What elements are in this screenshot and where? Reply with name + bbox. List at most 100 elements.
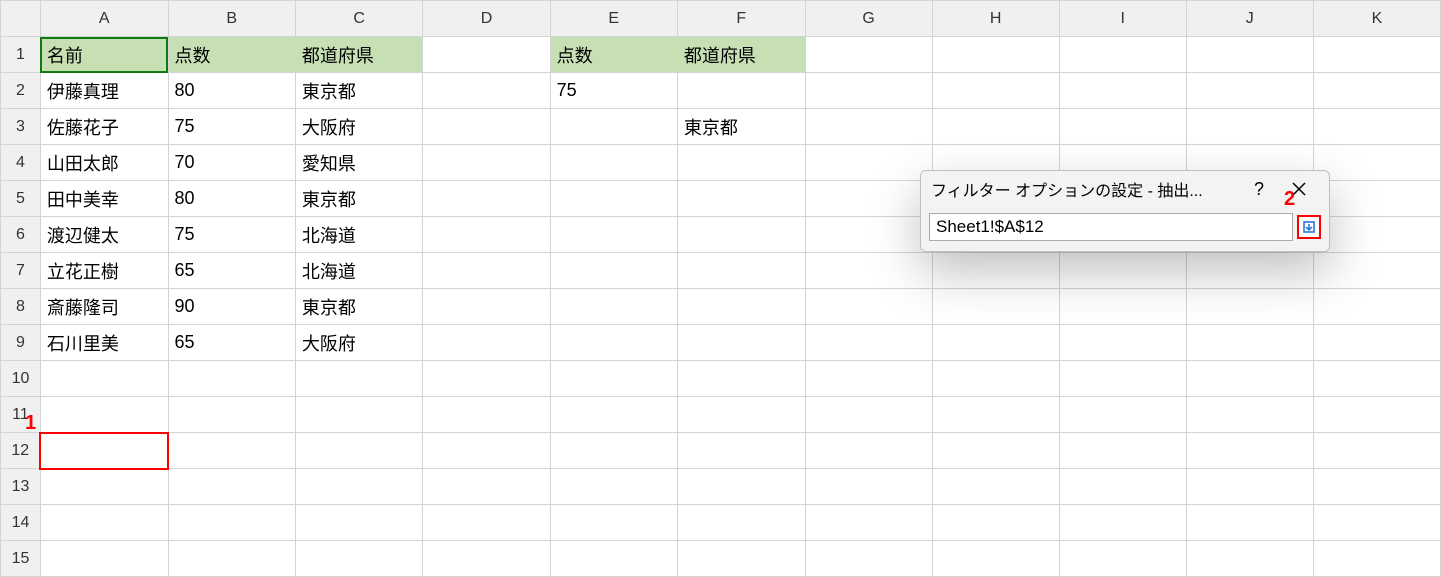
col-header-K[interactable]: K <box>1313 1 1440 37</box>
cell-K10[interactable] <box>1313 361 1440 397</box>
cell-F15[interactable] <box>677 541 805 577</box>
cell-E9[interactable] <box>550 325 677 361</box>
col-header-A[interactable]: A <box>40 1 168 37</box>
select-all-corner[interactable] <box>1 1 41 37</box>
cell-I9[interactable] <box>1059 325 1186 361</box>
cell-D3[interactable] <box>423 109 550 145</box>
cell-A11[interactable] <box>40 397 168 433</box>
row-header-15[interactable]: 15 <box>1 541 41 577</box>
cell-E1[interactable]: 点数 <box>550 37 677 73</box>
cell-F13[interactable] <box>677 469 805 505</box>
cell-G15[interactable] <box>805 541 932 577</box>
cell-K4[interactable] <box>1313 145 1440 181</box>
cell-C8[interactable]: 東京都 <box>295 289 423 325</box>
cell-J11[interactable] <box>1186 397 1313 433</box>
cell-H8[interactable] <box>932 289 1059 325</box>
dialog-range-input[interactable] <box>929 213 1293 241</box>
cell-J7[interactable] <box>1186 253 1313 289</box>
cell-D15[interactable] <box>423 541 550 577</box>
row-header-7[interactable]: 7 <box>1 253 41 289</box>
cell-C10[interactable] <box>295 361 423 397</box>
cell-G8[interactable] <box>805 289 932 325</box>
cell-B2[interactable]: 80 <box>168 73 295 109</box>
col-header-E[interactable]: E <box>550 1 677 37</box>
cell-A10[interactable] <box>40 361 168 397</box>
cell-E8[interactable] <box>550 289 677 325</box>
row-header-13[interactable]: 13 <box>1 469 41 505</box>
cell-I14[interactable] <box>1059 505 1186 541</box>
cell-G2[interactable] <box>805 73 932 109</box>
cell-F3[interactable]: 東京都 <box>677 109 805 145</box>
cell-H1[interactable] <box>932 37 1059 73</box>
cell-B11[interactable] <box>168 397 295 433</box>
spreadsheet-grid[interactable]: ABCDEFGHIJK 1名前点数都道府県点数都道府県2伊藤真理80東京都753… <box>0 0 1441 577</box>
cell-D5[interactable] <box>423 181 550 217</box>
cell-K12[interactable] <box>1313 433 1440 469</box>
cell-D14[interactable] <box>423 505 550 541</box>
cell-E11[interactable] <box>550 397 677 433</box>
cell-F4[interactable] <box>677 145 805 181</box>
cell-F7[interactable] <box>677 253 805 289</box>
cell-J9[interactable] <box>1186 325 1313 361</box>
cell-A5[interactable]: 田中美幸 <box>40 181 168 217</box>
cell-C6[interactable]: 北海道 <box>295 217 423 253</box>
cell-H10[interactable] <box>932 361 1059 397</box>
row-header-12[interactable]: 12 <box>1 433 41 469</box>
cell-D11[interactable] <box>423 397 550 433</box>
cell-C12[interactable] <box>295 433 423 469</box>
cell-C13[interactable] <box>295 469 423 505</box>
col-header-J[interactable]: J <box>1186 1 1313 37</box>
cell-I11[interactable] <box>1059 397 1186 433</box>
cell-K5[interactable] <box>1313 181 1440 217</box>
cell-D6[interactable] <box>423 217 550 253</box>
cell-A15[interactable] <box>40 541 168 577</box>
col-header-C[interactable]: C <box>295 1 423 37</box>
cell-H14[interactable] <box>932 505 1059 541</box>
cell-B7[interactable]: 65 <box>168 253 295 289</box>
cell-H3[interactable] <box>932 109 1059 145</box>
cell-H7[interactable] <box>932 253 1059 289</box>
cell-A2[interactable]: 伊藤真理 <box>40 73 168 109</box>
cell-J2[interactable] <box>1186 73 1313 109</box>
dialog-expand-button[interactable] <box>1297 215 1321 239</box>
cell-J3[interactable] <box>1186 109 1313 145</box>
cell-B6[interactable]: 75 <box>168 217 295 253</box>
cell-C2[interactable]: 東京都 <box>295 73 423 109</box>
cell-A1[interactable]: 名前 <box>40 37 168 73</box>
cell-K6[interactable] <box>1313 217 1440 253</box>
cell-J8[interactable] <box>1186 289 1313 325</box>
cell-C14[interactable] <box>295 505 423 541</box>
cell-E5[interactable] <box>550 181 677 217</box>
cell-B10[interactable] <box>168 361 295 397</box>
cell-K3[interactable] <box>1313 109 1440 145</box>
cell-B3[interactable]: 75 <box>168 109 295 145</box>
cell-B15[interactable] <box>168 541 295 577</box>
cell-E4[interactable] <box>550 145 677 181</box>
cell-C5[interactable]: 東京都 <box>295 181 423 217</box>
cell-D1[interactable] <box>423 37 550 73</box>
col-header-B[interactable]: B <box>168 1 295 37</box>
cell-G9[interactable] <box>805 325 932 361</box>
col-header-F[interactable]: F <box>677 1 805 37</box>
cell-B14[interactable] <box>168 505 295 541</box>
cell-D4[interactable] <box>423 145 550 181</box>
cell-I12[interactable] <box>1059 433 1186 469</box>
cell-F14[interactable] <box>677 505 805 541</box>
cell-B5[interactable]: 80 <box>168 181 295 217</box>
cell-A12[interactable] <box>40 433 168 469</box>
row-header-3[interactable]: 3 <box>1 109 41 145</box>
cell-K11[interactable] <box>1313 397 1440 433</box>
row-header-9[interactable]: 9 <box>1 325 41 361</box>
cell-J12[interactable] <box>1186 433 1313 469</box>
dialog-help-button[interactable]: ? <box>1239 179 1279 200</box>
cell-B8[interactable]: 90 <box>168 289 295 325</box>
cell-D13[interactable] <box>423 469 550 505</box>
cell-I2[interactable] <box>1059 73 1186 109</box>
cell-G7[interactable] <box>805 253 932 289</box>
col-header-D[interactable]: D <box>423 1 550 37</box>
cell-K15[interactable] <box>1313 541 1440 577</box>
cell-E2[interactable]: 75 <box>550 73 677 109</box>
dialog-titlebar[interactable]: フィルター オプションの設定 - 抽出... ? <box>921 171 1329 207</box>
cell-C11[interactable] <box>295 397 423 433</box>
cell-F5[interactable] <box>677 181 805 217</box>
